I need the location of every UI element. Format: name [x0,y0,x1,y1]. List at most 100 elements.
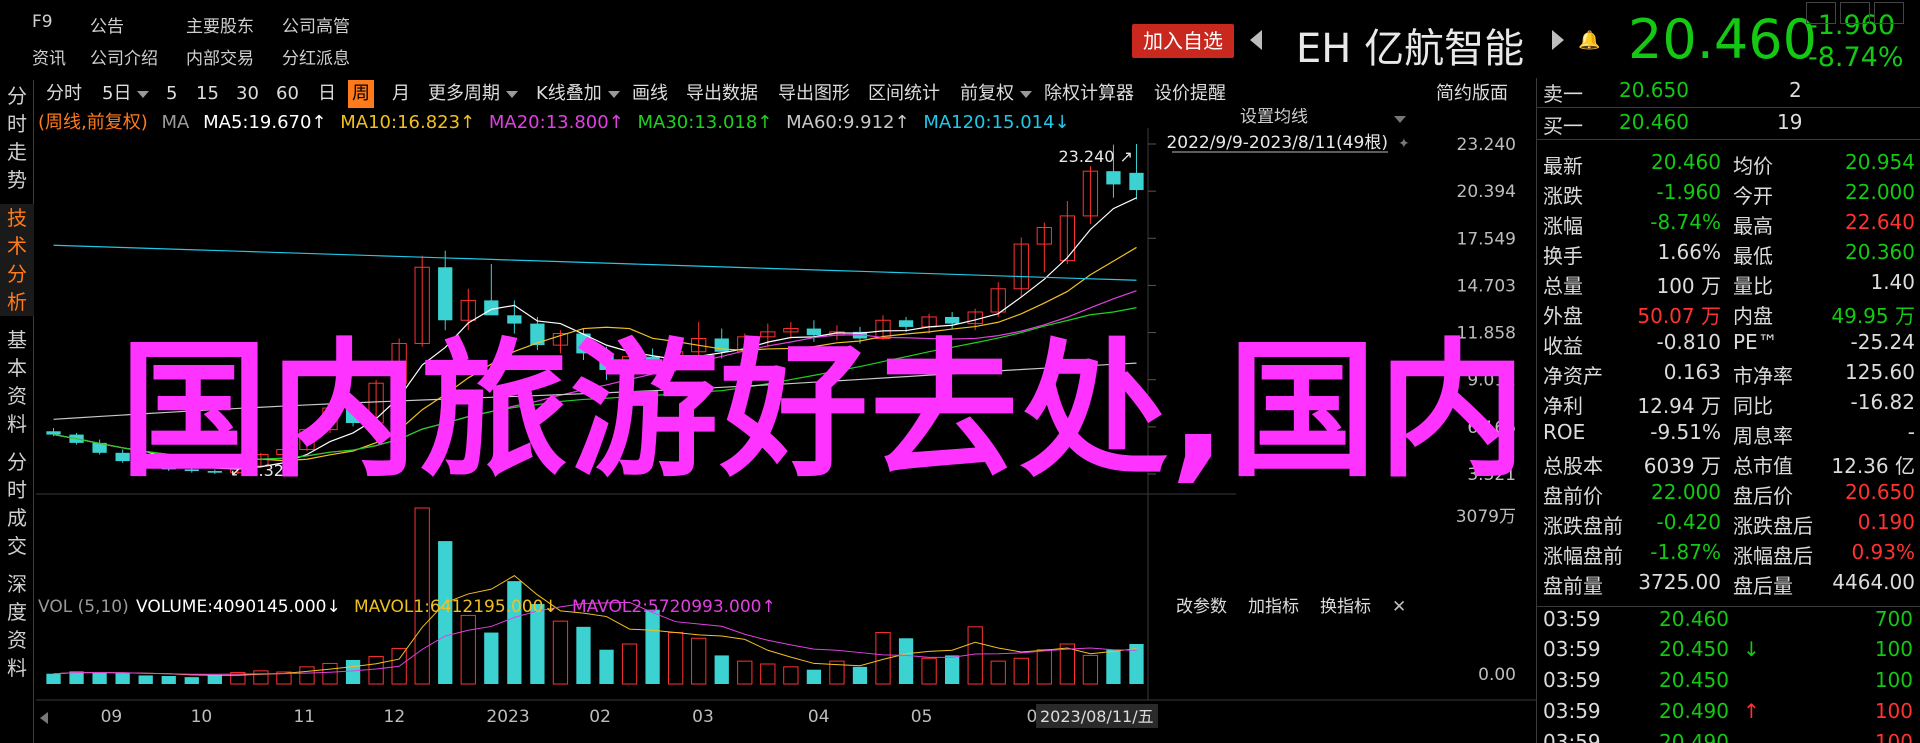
stat-value: -9.51% [1650,420,1721,444]
x-axis-label: 2023 [486,707,529,727]
tick-time: 03:59 [1543,668,1601,692]
stat-label: 盘后价 [1733,484,1793,508]
tab-time-sales[interactable]: 分时成交 [0,448,34,560]
pin-icon[interactable]: ✦ [1398,136,1410,152]
high-marker: 23.240 ↗ [1058,147,1132,166]
next-stock-icon[interactable] [1552,30,1564,50]
menu-announcement[interactable]: 公告 [90,12,124,37]
tab-depth[interactable]: 深度资料 [0,570,34,682]
more-periods[interactable]: 更多周期 [428,80,518,108]
volume-bar [1036,649,1052,685]
ma-settings[interactable]: 设置均线 [1240,107,1308,127]
add-indicator-button[interactable]: 加指标 [1248,597,1299,617]
stat-value: 125.60 [1845,360,1915,384]
bell-icon[interactable]: 🔔 [1578,30,1600,51]
volume-bar [460,614,476,685]
window-button[interactable] [1806,2,1836,24]
x-axis-label: 04 [808,707,830,727]
period-month[interactable]: 月 [392,80,410,108]
date-range: 2022/9/9-2023/8/11(49根) [1166,133,1388,153]
volume-bar [115,673,130,684]
bid-volume: 19 [1777,110,1803,134]
close-icon[interactable]: ✕ [1392,597,1406,617]
tab-basic-info[interactable]: 基本资料 [0,326,34,438]
stat-value: -0.420 [1656,510,1721,534]
stat-row: 净资产 0.163 市净率 125.60 [1537,360,1920,390]
candle-body [46,431,61,435]
volume-bar [184,677,199,684]
volume-bar [783,666,799,685]
stat-value: - [1907,420,1915,444]
stat-row: 涨跌盘前 -0.420 涨跌盘后 0.190 [1537,510,1920,540]
kline-overlay[interactable]: K线叠加 [536,80,620,108]
period-week[interactable]: 周 [348,80,374,108]
menu-major-shareholders[interactable]: 主要股东 [186,12,254,37]
draw-line[interactable]: 画线 [632,80,668,108]
adjust-mode[interactable]: 前复权 [960,80,1032,108]
bid-row[interactable]: 买一 20.460 19 [1537,110,1920,140]
export-image[interactable]: 导出图形 [778,80,850,108]
volume-bar [714,655,729,684]
tick-volume: 700 [1874,607,1913,631]
volume-bar [414,507,430,685]
bid-label: 买一 [1543,114,1583,138]
stat-value: 22.640 [1845,210,1915,234]
swap-indicator-button[interactable]: 换指标 [1320,597,1371,617]
add-watchlist-button[interactable]: 加入自选 [1132,24,1234,58]
ask-row[interactable]: 卖一 20.650 2 [1537,78,1920,108]
edit-params-button[interactable]: 改参数 [1176,597,1227,617]
price-alert[interactable]: 设价提醒 [1154,80,1226,108]
stat-label: 最新 [1543,154,1583,178]
stat-value: 6039 万 [1643,454,1721,478]
volume-bar [921,657,937,685]
prev-stock-icon[interactable] [1250,30,1262,50]
simple-layout[interactable]: 简约版面 [1436,80,1508,108]
ask-volume: 2 [1789,78,1802,102]
mavol1-line [53,575,1137,676]
window-button[interactable] [1874,2,1904,24]
period-5min[interactable]: 5 [166,80,177,108]
volume-bar [737,660,753,685]
volume-bar [898,638,914,684]
tick-volume: 100 [1874,637,1913,661]
stat-label: 涨幅盘后 [1733,544,1813,568]
stat-label: 涨幅盘前 [1543,544,1623,568]
window-button[interactable] [1840,2,1870,24]
stat-label: PE™ [1733,330,1778,354]
tick-volume: 100 [1874,668,1913,692]
stat-label: 内盘 [1733,304,1773,328]
stat-row: 总量 100 万量比 1.40 [1537,270,1920,300]
stat-value: -0.810 [1656,330,1721,354]
tab-label: 技术分析 [7,206,27,314]
menu-dividends[interactable]: 分红派息 [282,44,350,69]
export-data[interactable]: 导出数据 [686,80,758,108]
tab-intraday[interactable]: 分时走势 [0,82,34,194]
stat-value: 1.66% [1657,240,1721,264]
period-day[interactable]: 日 [318,80,336,108]
range-stats[interactable]: 区间统计 [868,80,940,108]
stat-label: 净利 [1543,394,1583,418]
ex-rights-calculator[interactable]: 除权计算器 [1044,80,1134,108]
stat-value: 20.360 [1845,240,1915,264]
menu-executives[interactable]: 公司高管 [282,12,350,37]
period-30min[interactable]: 30 [236,80,259,108]
volume-axis-label: 3079万 [1456,507,1516,527]
stat-value: 0.163 [1663,360,1721,384]
period-15min[interactable]: 15 [196,80,219,108]
volume-bar [1106,649,1121,684]
menu-f9[interactable]: F9 [32,12,53,32]
tick-volume: 100 [1874,699,1913,723]
overlay-watermark-text: 国内旅游好去处,国内 [120,325,1529,497]
stat-row: 涨幅 -8.74% 最高 22.640 [1537,210,1920,240]
volume-bar [691,637,707,685]
period-60min[interactable]: 60 [276,80,299,108]
tab-technical[interactable]: 技术分析 [0,204,34,316]
menu-company-intro[interactable]: 公司介绍 [90,44,158,69]
period-intraday[interactable]: 分时 [46,80,82,108]
x-axis-label: 05 [911,707,933,727]
menu-insider-trading[interactable]: 内部交易 [186,44,254,69]
period-5day[interactable]: 5日 [102,80,150,108]
menu-news[interactable]: 资讯 [32,44,66,69]
stat-row: 净利 12.94 万同比 -16.82 [1537,390,1920,420]
menu-label: K线叠加 [536,83,602,104]
